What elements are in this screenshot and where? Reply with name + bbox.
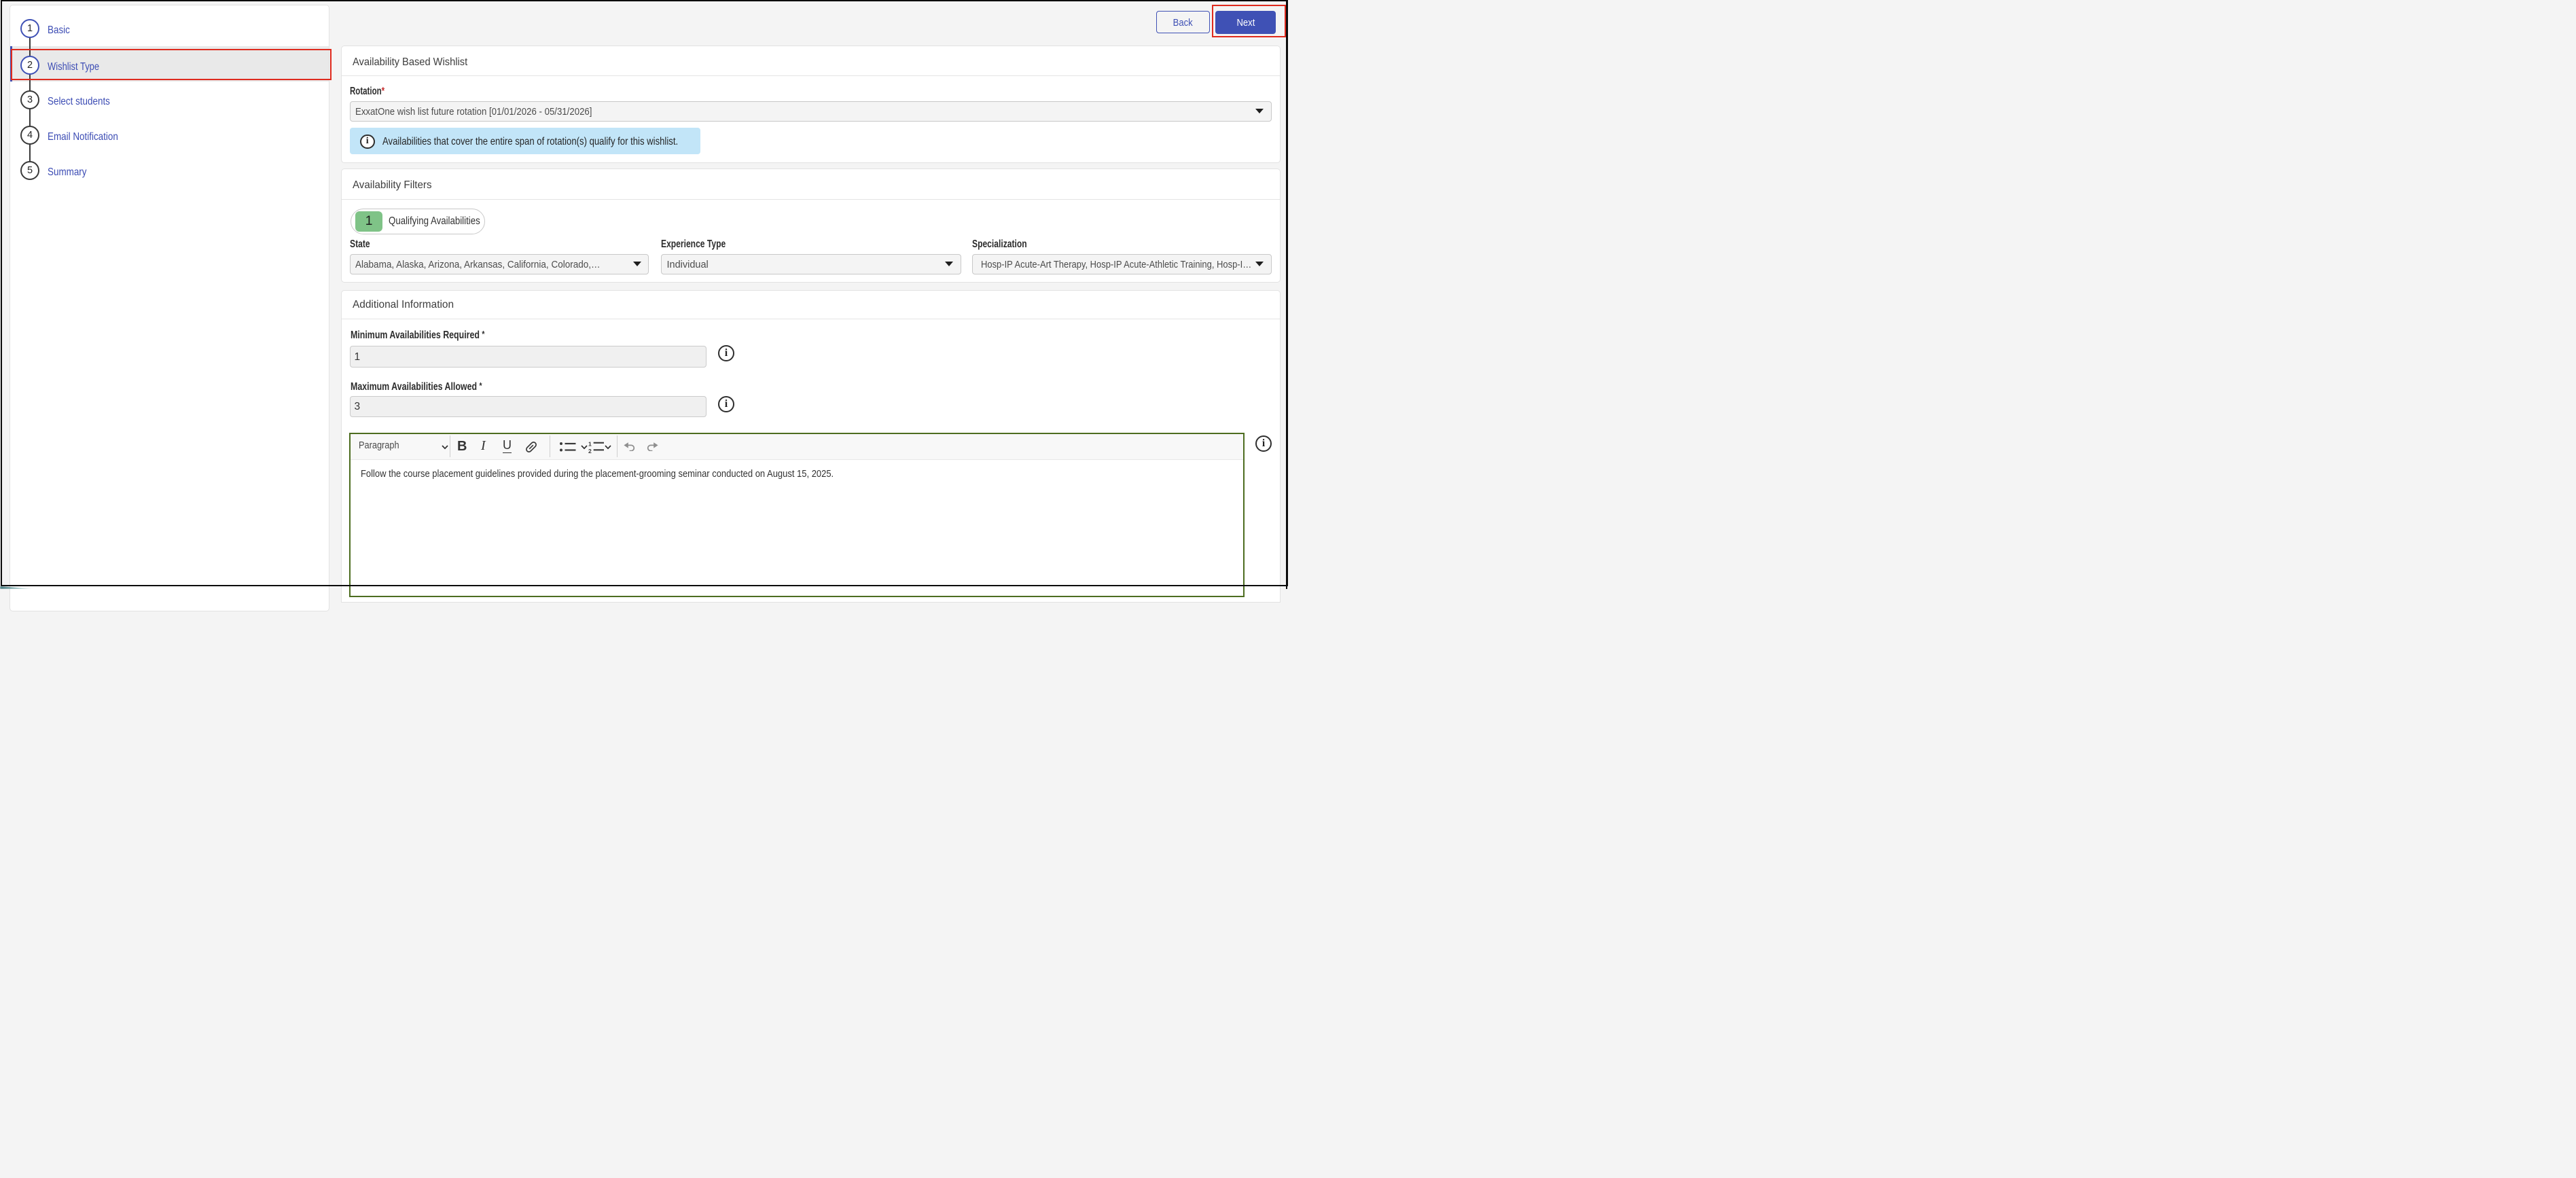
svg-text:1: 1 (588, 441, 592, 448)
svg-text:2: 2 (588, 448, 592, 454)
